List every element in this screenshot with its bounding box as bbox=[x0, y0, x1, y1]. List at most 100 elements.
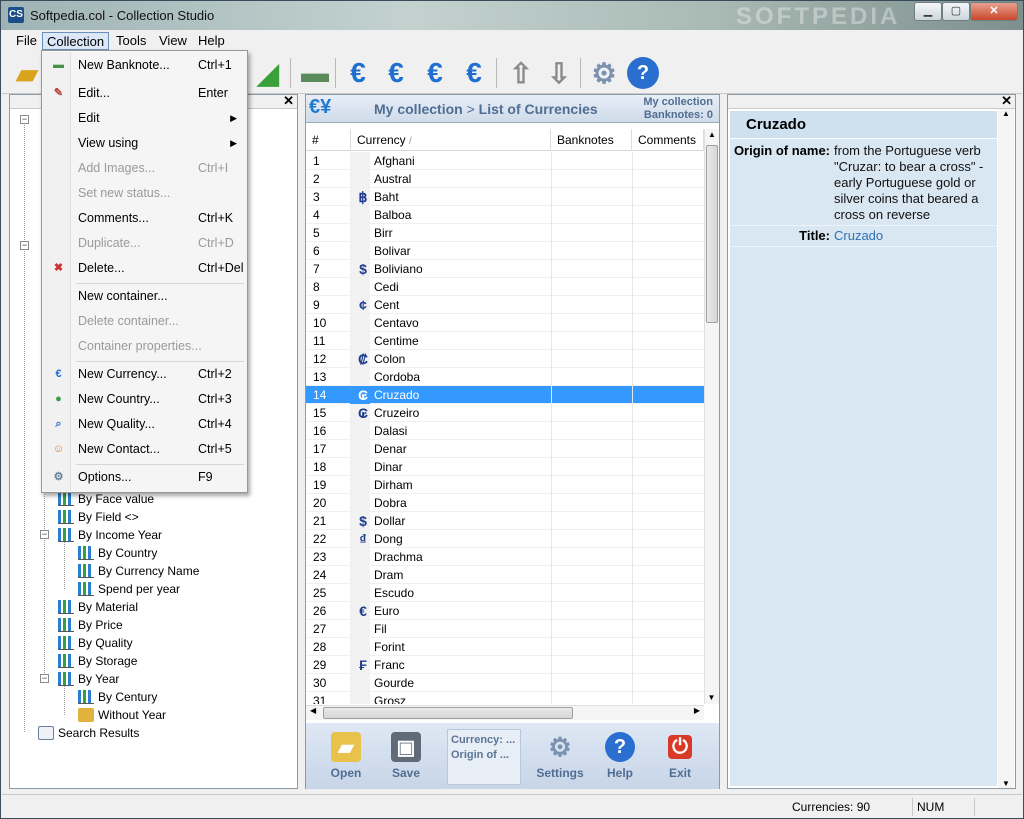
menu-item-options[interactable]: ⚙ Options... F9 bbox=[44, 466, 245, 488]
table-row[interactable]: 22 ₫ Dong bbox=[306, 530, 704, 548]
tree-item[interactable]: By Country bbox=[78, 544, 157, 562]
menu-item-new-container[interactable]: New container... bbox=[44, 285, 245, 307]
column-comments[interactable]: Comments bbox=[632, 129, 704, 151]
import-icon[interactable]: ⇩ bbox=[543, 57, 575, 89]
menu-item-new-contact[interactable]: ☺ New Contact... Ctrl+5 bbox=[44, 438, 245, 460]
save-button[interactable]: ▣ Save bbox=[378, 729, 434, 785]
table-row[interactable]: 26 € Euro bbox=[306, 602, 704, 620]
app-window: CS Softpedia.col - Collection Studio SOF… bbox=[0, 0, 1024, 819]
horizontal-scrollbar[interactable]: ◀ ▶ bbox=[306, 705, 704, 720]
menu-tools[interactable]: Tools bbox=[112, 32, 150, 50]
export-icon[interactable]: ⇧ bbox=[505, 57, 537, 89]
table-row[interactable]: 10 Centavo bbox=[306, 314, 704, 332]
currency-delete-icon[interactable]: € bbox=[458, 57, 490, 89]
table-row[interactable]: 17 Denar bbox=[306, 440, 704, 458]
watermark: SOFTPEDIA bbox=[736, 3, 901, 30]
table-row[interactable]: 21 $ Dollar bbox=[306, 512, 704, 530]
currency-list-icon[interactable]: € bbox=[419, 57, 451, 89]
tree-item[interactable]: By Quality bbox=[58, 634, 133, 652]
menu-item-delete[interactable]: ✖ Delete... Ctrl+Del bbox=[44, 257, 245, 279]
help-icon[interactable]: ? bbox=[627, 57, 659, 89]
table-row[interactable]: 2 Austral bbox=[306, 170, 704, 188]
table-row[interactable]: 3 ฿ Baht bbox=[306, 188, 704, 206]
menu-item-view-using[interactable]: View using ▶ bbox=[44, 132, 245, 154]
table-row[interactable]: 29 ₣ Franc bbox=[306, 656, 704, 674]
tree-item-search-results[interactable]: Search Results bbox=[38, 724, 139, 742]
menu-view[interactable]: View bbox=[155, 32, 191, 50]
table-row[interactable]: 19 Dirham bbox=[306, 476, 704, 494]
tree-item[interactable]: By Storage bbox=[58, 652, 137, 670]
table-row[interactable]: 6 Bolivar bbox=[306, 242, 704, 260]
table-row[interactable]: 23 Drachma bbox=[306, 548, 704, 566]
tree-item[interactable]: By Century bbox=[78, 688, 157, 706]
settings-button[interactable]: ⚙ Settings bbox=[532, 729, 588, 785]
table-row[interactable]: 27 Fil bbox=[306, 620, 704, 638]
tree-item[interactable]: By Year bbox=[58, 670, 119, 688]
table-row[interactable]: 7 $ Boliviano bbox=[306, 260, 704, 278]
currency-name: Cruzeiro bbox=[374, 406, 420, 420]
currency-icon[interactable]: € bbox=[342, 57, 374, 89]
menu-item-new-banknote[interactable]: ▬ New Banknote... Ctrl+1 bbox=[44, 54, 245, 76]
table-row[interactable]: 13 Cordoba bbox=[306, 368, 704, 386]
tree-item[interactable]: By Field <> bbox=[58, 508, 139, 526]
open-collection-icon[interactable]: ▰ bbox=[11, 57, 43, 89]
menu-item-comments[interactable]: Comments... Ctrl+K bbox=[44, 207, 245, 229]
tree-item[interactable]: By Price bbox=[58, 616, 123, 634]
help-button[interactable]: ? Help bbox=[592, 729, 648, 785]
tree-item[interactable]: Spend per year bbox=[78, 580, 180, 598]
table-row[interactable]: 9 ¢ Cent bbox=[306, 296, 704, 314]
menu-item-new-currency[interactable]: € New Currency... Ctrl+2 bbox=[44, 363, 245, 385]
table-row[interactable]: 15 ₢ Cruzeiro bbox=[306, 404, 704, 422]
table-row[interactable]: 24 Dram bbox=[306, 566, 704, 584]
chart-icon[interactable]: ◢ bbox=[252, 57, 284, 89]
exit-button[interactable]: ⏻ Exit bbox=[652, 729, 708, 785]
row-number: 2 bbox=[313, 172, 320, 186]
menu-help[interactable]: Help bbox=[194, 32, 229, 50]
menu-item-edit[interactable]: Edit ▶ bbox=[44, 107, 245, 129]
menu-item-new-quality[interactable]: ⌕ New Quality... Ctrl+4 bbox=[44, 413, 245, 435]
tree-item[interactable]: By Income Year bbox=[58, 526, 162, 544]
table-row[interactable]: 14 ₢ Cruzado bbox=[306, 386, 704, 404]
currency-symbol-icon: ₢ bbox=[357, 405, 369, 421]
table-row[interactable]: 12 ₡ Colon bbox=[306, 350, 704, 368]
table-row[interactable]: 25 Escudo bbox=[306, 584, 704, 602]
menu-collection[interactable]: Collection bbox=[42, 32, 110, 50]
maximize-button[interactable]: ▢ bbox=[942, 2, 970, 21]
mini-info-box: Currency: ... Origin of ... bbox=[447, 729, 521, 785]
close-panel-icon[interactable]: ✕ bbox=[1001, 93, 1012, 109]
table-row[interactable]: 20 Dobra bbox=[306, 494, 704, 512]
banknote-icon[interactable]: ▬ bbox=[299, 57, 331, 89]
currency-edit-icon[interactable]: € bbox=[380, 57, 412, 89]
title-link[interactable]: Cruzado bbox=[834, 228, 997, 244]
currency-name: Cordoba bbox=[374, 370, 421, 384]
menu-item-edit[interactable]: ✎ Edit... Enter bbox=[44, 82, 245, 104]
column-number[interactable]: # bbox=[306, 129, 351, 151]
details-scrollbar[interactable]: ▲ ▼ bbox=[998, 109, 1014, 788]
minimize-button[interactable]: ▁ bbox=[914, 2, 942, 21]
menu-file[interactable]: File bbox=[12, 32, 41, 50]
currency-name: Bolivar bbox=[374, 244, 411, 258]
tree-item[interactable]: By Material bbox=[58, 598, 138, 616]
table-row[interactable]: 31 Grosz bbox=[306, 692, 704, 704]
open-button[interactable]: ▰ Open bbox=[318, 729, 374, 785]
tree-item[interactable]: Without Year bbox=[78, 706, 166, 724]
table-row[interactable]: 18 Dinar bbox=[306, 458, 704, 476]
settings-gear-icon[interactable]: ⚙ bbox=[588, 57, 620, 89]
table-row[interactable]: 8 Cedi bbox=[306, 278, 704, 296]
table-row[interactable]: 4 Balboa bbox=[306, 206, 704, 224]
table-row[interactable]: 28 Forint bbox=[306, 638, 704, 656]
close-panel-icon[interactable]: ✕ bbox=[283, 93, 294, 109]
table-row[interactable]: 1 Afghani bbox=[306, 152, 704, 170]
table-row[interactable]: 30 Gourde bbox=[306, 674, 704, 692]
vertical-scrollbar[interactable]: ▲ ▼ bbox=[704, 129, 719, 704]
title-bar[interactable]: CS Softpedia.col - Collection Studio SOF… bbox=[1, 1, 1023, 30]
menu-item-new-country[interactable]: ● New Country... Ctrl+3 bbox=[44, 388, 245, 410]
close-button[interactable]: ✕ bbox=[970, 2, 1018, 21]
table-row[interactable]: 5 Birr bbox=[306, 224, 704, 242]
column-currency[interactable]: Currency / bbox=[351, 129, 551, 151]
column-banknotes[interactable]: Banknotes bbox=[551, 129, 632, 151]
table-row[interactable]: 11 Centime bbox=[306, 332, 704, 350]
table-row[interactable]: 16 Dalasi bbox=[306, 422, 704, 440]
breadcrumb-root[interactable]: My collection bbox=[374, 101, 463, 117]
tree-item[interactable]: By Currency Name bbox=[78, 562, 199, 580]
